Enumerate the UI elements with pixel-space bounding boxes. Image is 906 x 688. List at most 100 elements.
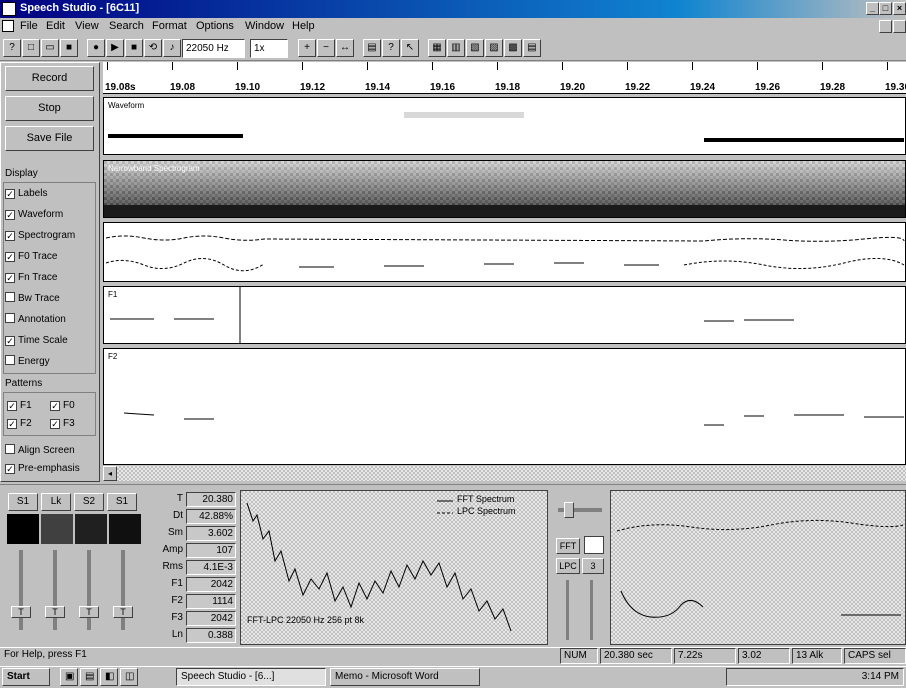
display-option[interactable]: ✓ Fn Trace xyxy=(5,270,57,286)
mixer-tab-lk[interactable]: Lk xyxy=(41,493,71,511)
trace-detail-plot[interactable] xyxy=(610,490,906,645)
readout-label: Sm xyxy=(168,527,183,538)
ruler-tick-label: 19.22 xyxy=(625,82,651,93)
menu-help[interactable]: Help xyxy=(292,20,315,32)
help-icon[interactable]: ? xyxy=(3,39,21,57)
ruler-tick-mark xyxy=(497,62,498,70)
trace-pane[interactable] xyxy=(103,222,906,282)
mixer-tab-s2[interactable]: S2 xyxy=(74,493,104,511)
mode-6-icon[interactable]: ▤ xyxy=(523,39,541,57)
play-icon[interactable]: ▶ xyxy=(106,39,124,57)
horizontal-scrollbar[interactable]: ◂ xyxy=(103,466,906,481)
context-help-icon[interactable]: ? xyxy=(382,39,400,57)
minimize-button[interactable]: _ xyxy=(866,2,879,15)
display-option[interactable]: Energy xyxy=(5,354,50,370)
menu-format[interactable]: Format xyxy=(152,20,187,32)
pattern-f1[interactable]: ✓ F1 xyxy=(7,398,32,414)
display-option[interactable]: ✓ Labels xyxy=(5,186,47,202)
mixer-tab-s1[interactable]: S1 xyxy=(8,493,38,511)
quicklaunch-icon[interactable]: ▤ xyxy=(80,668,98,686)
align-screen-checkbox[interactable]: Align Screen xyxy=(5,443,75,459)
f1-pane[interactable]: F1 xyxy=(103,286,906,344)
record-button[interactable]: Record xyxy=(5,66,94,91)
task-speech-studio[interactable]: Speech Studio - [6...] xyxy=(176,668,326,686)
status-caps: CAPS sel xyxy=(844,648,906,664)
readout-value: 0.388 xyxy=(186,628,236,643)
zoom-in-icon[interactable]: + xyxy=(298,39,316,57)
lpc-button[interactable]: LPC xyxy=(556,558,580,574)
fader-knob[interactable]: T xyxy=(113,606,133,618)
task-word[interactable]: Memo - Microsoft Word xyxy=(330,668,480,686)
mixer-tab-s1b[interactable]: S1 xyxy=(107,493,137,511)
waveform-pane[interactable]: Waveform xyxy=(103,97,906,155)
mode-5-icon[interactable]: ▩ xyxy=(504,39,522,57)
mode-4-icon[interactable]: ▨ xyxy=(485,39,503,57)
doc-close-button[interactable] xyxy=(893,20,906,33)
speaker-icon[interactable]: ♪ xyxy=(163,39,181,57)
order-button[interactable]: 3 xyxy=(582,558,604,574)
slider-thumb[interactable] xyxy=(564,502,574,518)
checkbox-icon: ✓ xyxy=(7,419,17,429)
menu-edit[interactable]: Edit xyxy=(46,20,65,32)
save-file-button[interactable]: Save File xyxy=(5,126,94,151)
sample-rate-select[interactable]: 22050 Hz xyxy=(182,39,245,58)
ruler-tick-label: 19.20 xyxy=(560,82,586,93)
mode-3-icon[interactable]: ▧ xyxy=(466,39,484,57)
new-file-icon[interactable]: □ xyxy=(22,39,40,57)
fft-button[interactable]: FFT xyxy=(556,538,580,554)
stop-button[interactable]: Stop xyxy=(5,96,94,121)
quicklaunch-icon[interactable]: ◧ xyxy=(100,668,118,686)
window-title: Speech Studio - [6C11] xyxy=(20,2,140,14)
scroll-left-icon[interactable]: ◂ xyxy=(103,466,117,481)
ruler-tick-label: 19.18 xyxy=(495,82,521,93)
zoom-select[interactable]: 1x xyxy=(250,39,288,58)
fader-knob[interactable]: T xyxy=(11,606,31,618)
display-option[interactable]: Annotation xyxy=(5,312,66,328)
f2-pane[interactable]: F2 xyxy=(103,348,906,465)
checkbox-icon: ✓ xyxy=(5,189,15,199)
open-file-icon[interactable]: ▭ xyxy=(41,39,59,57)
zoom-fit-icon[interactable]: ↔ xyxy=(336,39,354,57)
spectrogram-pane[interactable]: Narrowband Spectrogram xyxy=(103,160,906,218)
menu-options[interactable]: Options xyxy=(196,20,234,32)
display-option[interactable]: ✓ Waveform xyxy=(5,207,63,223)
fader-knob[interactable]: T xyxy=(45,606,65,618)
quicklaunch-icon[interactable]: ◫ xyxy=(120,668,138,686)
display-option[interactable]: Bw Trace xyxy=(5,291,60,307)
ruler-tick-label: 19.08 xyxy=(170,82,196,93)
save-icon[interactable]: ■ xyxy=(60,39,78,57)
display-option[interactable]: ✓ Spectrogram xyxy=(5,228,75,244)
stop-icon[interactable]: ■ xyxy=(125,39,143,57)
record-icon[interactable]: ● xyxy=(87,39,105,57)
time-ruler[interactable]: 19.08s 19.08 19.10 19.12 19.14 19.16 19.18 19.2… xyxy=(103,62,906,94)
system-tray: 3:14 PM xyxy=(726,668,904,686)
ruler-tick-label: 19.28 xyxy=(820,82,846,93)
readout-label: F1 xyxy=(171,578,183,589)
quicklaunch-icon[interactable]: ▣ xyxy=(60,668,78,686)
zoom-out-icon[interactable]: − xyxy=(317,39,335,57)
pattern-f0[interactable]: ✓ F0 xyxy=(50,398,75,414)
mode-1-icon[interactable]: ▦ xyxy=(428,39,446,57)
maximize-button[interactable]: □ xyxy=(879,2,892,15)
pattern-f2[interactable]: ✓ F2 xyxy=(7,416,32,432)
readout-value: 2042 xyxy=(186,611,236,626)
menu-view[interactable]: View xyxy=(75,20,99,32)
close-button[interactable]: × xyxy=(893,2,906,15)
display-option[interactable]: ✓ F0 Trace xyxy=(5,249,57,265)
display-option[interactable]: ✓ Time Scale xyxy=(5,333,68,349)
doc-restore-button[interactable] xyxy=(879,20,892,33)
menu-search[interactable]: Search xyxy=(109,20,144,32)
ruler-tick-mark xyxy=(107,62,108,70)
print-icon[interactable]: ▤ xyxy=(363,39,381,57)
mode-2-icon[interactable]: ▥ xyxy=(447,39,465,57)
legend-lpc: LPC Spectrum xyxy=(457,506,516,516)
whatsthis-icon[interactable]: ↖ xyxy=(401,39,419,57)
loop-icon[interactable]: ⟲ xyxy=(144,39,162,57)
spectrum-plot[interactable]: FFT Spectrum LPC Spectrum FFT-LPC 22050 … xyxy=(240,490,548,645)
menu-file[interactable]: File xyxy=(20,20,38,32)
pre-emphasis-checkbox[interactable]: ✓ Pre-emphasis xyxy=(5,461,80,477)
menu-window[interactable]: Window xyxy=(245,20,284,32)
fader-knob[interactable]: T xyxy=(79,606,99,618)
pattern-f3[interactable]: ✓ F3 xyxy=(50,416,75,432)
start-button[interactable]: Start xyxy=(2,668,50,686)
